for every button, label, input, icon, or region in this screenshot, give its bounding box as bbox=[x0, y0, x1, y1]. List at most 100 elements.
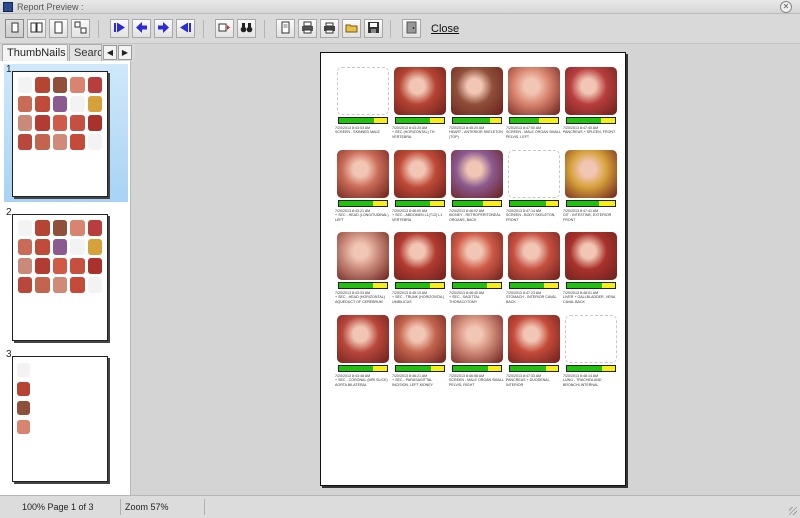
status-divider bbox=[120, 499, 121, 515]
anatomy-image bbox=[394, 150, 446, 198]
progress-bar bbox=[509, 200, 559, 207]
tab-search[interactable]: Search bbox=[69, 44, 102, 61]
close-label: Close bbox=[431, 23, 460, 35]
progress-bar bbox=[509, 117, 559, 124]
status-zoom: Zoom 57% bbox=[125, 502, 169, 512]
resize-grip[interactable] bbox=[789, 507, 797, 515]
page-width-icon bbox=[52, 21, 65, 37]
single-page-view-button[interactable] bbox=[5, 19, 24, 38]
progress-fill bbox=[339, 366, 373, 371]
thumbnail-image bbox=[52, 220, 68, 236]
thumbnail-image bbox=[17, 363, 30, 377]
thumbnail-item[interactable]: 1 bbox=[4, 64, 128, 202]
anatomy-image bbox=[508, 232, 560, 280]
report-cell: 7/20/2013 8:46:58 AM SCREEN - MALE ORGAN … bbox=[449, 315, 505, 387]
first-page-button[interactable] bbox=[110, 19, 129, 38]
thumbnail-image bbox=[52, 258, 68, 274]
chevron-left-icon: ◀ bbox=[106, 48, 114, 57]
progress-remaining bbox=[482, 201, 501, 206]
progress-remaining bbox=[429, 118, 444, 123]
progress-remaining bbox=[372, 283, 387, 288]
single-page-icon bbox=[8, 21, 21, 37]
thumbnail-panel[interactable]: 1 2 3 bbox=[0, 61, 131, 495]
printer-setup-button[interactable] bbox=[298, 19, 317, 38]
report-cell: 7/20/2013 8:43:48 AM + SEC - CORONAL (MRI… bbox=[335, 315, 391, 387]
cell-caption: KIDNEY - RETROPERITONEAL ORGANS, BACK bbox=[449, 213, 501, 222]
thumbnail-image bbox=[18, 77, 33, 93]
multi-page-view-button[interactable] bbox=[71, 19, 90, 38]
thumbnail-image bbox=[35, 77, 50, 93]
cell-caption: + SEC - HEAD (LONGITUDINAL) LEFT bbox=[335, 213, 389, 222]
anatomy-image bbox=[451, 315, 503, 363]
progress-bar bbox=[395, 117, 445, 124]
thumbnail-image bbox=[18, 220, 33, 236]
previous-page-button[interactable] bbox=[132, 19, 151, 38]
tab-scroll-left-button[interactable]: ◀ bbox=[103, 45, 117, 60]
progress-remaining bbox=[601, 366, 615, 371]
next-page-button[interactable] bbox=[154, 19, 173, 38]
status-divider bbox=[204, 499, 205, 515]
toolbar-separator bbox=[203, 20, 204, 38]
window-title: Report Preview : bbox=[17, 1, 84, 12]
report-cell: 7/20/2013 8:47:23 AM STOMACH - INTERIOR C… bbox=[506, 232, 562, 304]
toolbar-separator bbox=[390, 20, 391, 38]
progress-remaining bbox=[601, 283, 615, 288]
progress-remaining bbox=[600, 118, 615, 123]
page-setup-icon bbox=[279, 21, 292, 37]
toolbar: Close bbox=[0, 14, 800, 44]
arrow-left-icon bbox=[135, 21, 148, 37]
thumbnail-image bbox=[70, 115, 85, 131]
progress-bar bbox=[452, 365, 502, 372]
anatomy-image bbox=[565, 315, 617, 363]
thumbnail-image-grid bbox=[13, 72, 107, 155]
report-cell: 7/20/2013 8:47:00 AM SCREEN - MALE ORGAN … bbox=[506, 67, 562, 139]
save-button[interactable] bbox=[364, 19, 383, 38]
thumbnail-image bbox=[70, 77, 85, 93]
progress-bar bbox=[566, 282, 616, 289]
close-button[interactable]: Close bbox=[431, 23, 459, 35]
progress-remaining bbox=[372, 201, 387, 206]
cell-caption: SCREEN - SKINNED MALE bbox=[335, 130, 380, 135]
cell-caption: + SEC - PARASAGITTAL INCISION, LEFT KIDN… bbox=[392, 378, 434, 387]
app-icon bbox=[3, 1, 13, 12]
thumbnail-number: 1 bbox=[6, 64, 12, 75]
progress-bar bbox=[395, 365, 445, 372]
cell-caption: SCREEN - MALE ORGAN SMALL PELVIS, RIGHT bbox=[449, 378, 504, 387]
thumbnail-image bbox=[87, 258, 102, 274]
thumbnail-number: 3 bbox=[6, 349, 12, 360]
thumbnail-image bbox=[52, 77, 68, 93]
cell-caption: HEART - ANTERIOR SKELETON (TOP) bbox=[449, 130, 503, 139]
tab-thumbnails[interactable]: ThumbNails bbox=[2, 44, 68, 61]
progress-bar bbox=[338, 200, 388, 207]
progress-remaining bbox=[486, 283, 501, 288]
goto-page-button[interactable] bbox=[215, 19, 234, 38]
two-page-view-button[interactable] bbox=[27, 19, 46, 38]
exit-button[interactable] bbox=[402, 19, 421, 38]
thumbnail-item[interactable]: 3 bbox=[4, 349, 128, 483]
anatomy-image bbox=[394, 67, 446, 115]
preview-area[interactable]: 7/20/2013 8:43:03 AM SCREEN - SKINNED MAL… bbox=[135, 44, 800, 495]
thumbnail-page bbox=[12, 214, 108, 341]
anatomy-image bbox=[451, 150, 503, 198]
thumbnail-image bbox=[17, 401, 30, 415]
progress-fill bbox=[453, 366, 488, 371]
arrow-right-icon bbox=[157, 21, 170, 37]
print-button[interactable] bbox=[320, 19, 339, 38]
progress-bar bbox=[395, 282, 445, 289]
page-setup-button[interactable] bbox=[276, 19, 295, 38]
find-button[interactable] bbox=[237, 19, 256, 38]
window-close-button[interactable]: ✕ bbox=[780, 1, 792, 13]
report-cell: 7/20/2013 8:43:03 AM SCREEN - SKINNED MAL… bbox=[335, 67, 391, 135]
page-width-view-button[interactable] bbox=[49, 19, 68, 38]
open-button[interactable] bbox=[342, 19, 361, 38]
last-page-button[interactable] bbox=[176, 19, 195, 38]
report-cell: 7/20/2013 8:46:21 AM + SEC - PARASAGITTAL… bbox=[392, 315, 448, 387]
cell-caption: STOMACH - INTERIOR CAVAL BACK bbox=[506, 295, 557, 304]
tab-scroll-right-button[interactable]: ▶ bbox=[118, 45, 132, 60]
progress-bar bbox=[452, 200, 502, 207]
thumbnail-image bbox=[87, 239, 102, 255]
progress-remaining bbox=[545, 366, 558, 371]
report-cell: 7/20/2013 8:43:21 AM + SEC - HEAD (LONGIT… bbox=[335, 150, 391, 222]
thumbnail-item[interactable]: 2 bbox=[4, 207, 128, 341]
report-cell: 7/20/2013 8:48:14 AM LUNG - TRACHEA AND B… bbox=[563, 315, 619, 387]
